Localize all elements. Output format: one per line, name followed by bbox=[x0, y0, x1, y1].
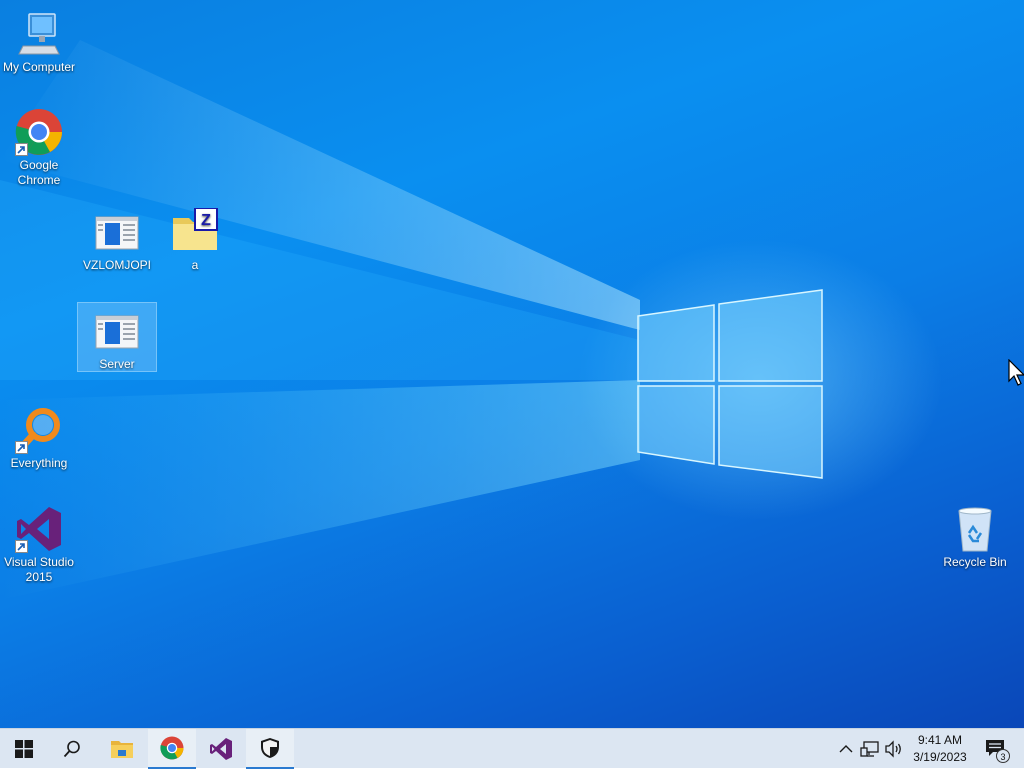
desktop-icon-label: Server bbox=[99, 357, 135, 371]
desktop-icon-a[interactable]: Z a bbox=[156, 204, 234, 273]
desktop-icon-google-chrome[interactable]: Google Chrome bbox=[0, 104, 78, 188]
shortcut-arrow-icon bbox=[15, 540, 28, 553]
desktop-icon-label: Everything bbox=[10, 456, 68, 470]
desktop-icon-server[interactable]: Server bbox=[77, 302, 157, 372]
desktop-icon-everything[interactable]: Everything bbox=[0, 402, 78, 471]
file-explorer-icon bbox=[111, 741, 133, 758]
chrome-taskbar-button[interactable] bbox=[148, 729, 196, 769]
app-window-icon bbox=[93, 307, 141, 355]
clock-date: 3/19/2023 bbox=[913, 750, 967, 764]
chevron-up-icon[interactable] bbox=[836, 739, 856, 759]
desktop-icon-label: My Computer bbox=[2, 60, 76, 74]
my-computer-icon bbox=[15, 10, 63, 58]
system-tray bbox=[836, 729, 904, 769]
chrome-icon bbox=[15, 108, 63, 156]
volume-icon[interactable] bbox=[884, 739, 904, 759]
app-window-icon bbox=[93, 208, 141, 256]
taskbar-clock[interactable]: 9:41 AM 3/19/2023 bbox=[904, 732, 976, 766]
visual-studio-icon bbox=[210, 738, 232, 760]
network-icon[interactable] bbox=[860, 739, 880, 759]
desktop-icon-label: VZLOMJOPI bbox=[82, 258, 151, 272]
taskbar: 9:41 AM 3/19/2023 3 bbox=[0, 728, 1024, 769]
search-icon bbox=[63, 740, 80, 758]
shield-icon bbox=[261, 738, 279, 758]
notification-count-badge: 3 bbox=[996, 749, 1010, 763]
desktop-icon-vzlomjopi[interactable]: VZLOMJOPI bbox=[78, 204, 156, 273]
desktop-icon-label: Google Chrome bbox=[17, 158, 61, 187]
action-center-button[interactable]: 3 bbox=[984, 737, 1010, 763]
mouse-cursor-icon bbox=[1008, 359, 1024, 386]
svg-text:Z: Z bbox=[201, 212, 211, 229]
search-button[interactable] bbox=[48, 729, 96, 769]
zip-folder-icon: Z bbox=[171, 207, 219, 256]
recycle-bin-icon bbox=[951, 505, 999, 553]
start-button[interactable] bbox=[0, 729, 48, 769]
visual-studio-icon bbox=[15, 505, 63, 553]
desktop-icon-my-computer[interactable]: My Computer bbox=[0, 6, 78, 75]
everything-search-icon bbox=[15, 406, 63, 454]
clock-time: 9:41 AM bbox=[917, 733, 963, 747]
desktop-icon-label: a bbox=[191, 258, 199, 272]
visual-studio-taskbar-button[interactable] bbox=[197, 729, 245, 769]
desktop-icon-visual-studio[interactable]: Visual Studio 2015 bbox=[0, 501, 78, 585]
desktop[interactable]: My Computer Google Chrome VZLOMJOPI Z a … bbox=[0, 0, 1024, 728]
desktop-icon-label: Recycle Bin bbox=[943, 555, 1007, 569]
chrome-icon bbox=[160, 736, 184, 760]
security-taskbar-button[interactable] bbox=[246, 729, 294, 769]
shortcut-arrow-icon bbox=[15, 441, 28, 454]
shortcut-arrow-icon bbox=[15, 143, 28, 156]
windows-logo-wallpaper bbox=[637, 289, 823, 479]
file-explorer-button[interactable] bbox=[98, 729, 146, 769]
windows-start-icon bbox=[15, 740, 33, 758]
desktop-icon-label: Visual Studio 2015 bbox=[4, 555, 74, 584]
desktop-icon-recycle-bin[interactable]: Recycle Bin bbox=[936, 501, 1014, 570]
